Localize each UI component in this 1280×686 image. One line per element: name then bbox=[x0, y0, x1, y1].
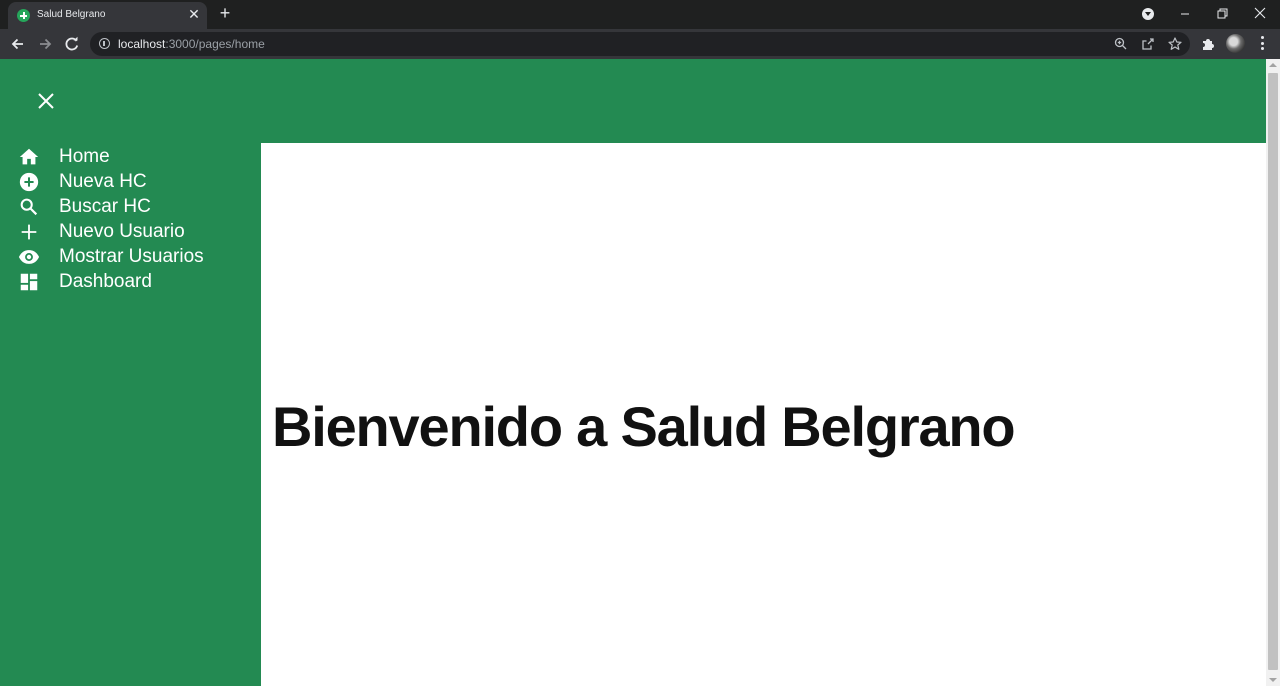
info-icon[interactable] bbox=[99, 38, 110, 49]
add-circle-icon bbox=[18, 171, 40, 193]
tab-title: Salud Belgrano bbox=[37, 9, 106, 20]
dashboard-icon bbox=[18, 271, 40, 293]
back-arrow-icon[interactable] bbox=[8, 34, 28, 54]
app-page: Home Nueva HC Buscar HC Nuevo Usuario Mo… bbox=[0, 59, 1266, 686]
sidebar-item-label: Dashboard bbox=[59, 271, 152, 292]
browser-tabstrip: Salud Belgrano ✕ + bbox=[0, 0, 1280, 29]
home-icon bbox=[18, 146, 40, 168]
sidebar-item-label: Nueva HC bbox=[59, 171, 147, 192]
reload-icon[interactable] bbox=[62, 34, 82, 54]
sidebar-item-nueva-hc[interactable]: Nueva HC bbox=[0, 169, 261, 194]
extensions-icon[interactable] bbox=[1199, 35, 1217, 53]
share-icon[interactable] bbox=[1140, 36, 1156, 52]
sidebar-item-label: Buscar HC bbox=[59, 196, 151, 217]
main-content: Bienvenido a Salud Belgrano bbox=[261, 143, 1266, 686]
sidebar-item-nuevo-usuario[interactable]: Nuevo Usuario bbox=[0, 219, 261, 244]
scrollbar-thumb[interactable] bbox=[1268, 73, 1278, 670]
address-bar[interactable]: localhost:3000/pages/home bbox=[90, 32, 1190, 56]
favicon-icon bbox=[17, 9, 30, 22]
close-icon[interactable] bbox=[36, 91, 56, 111]
zoom-icon[interactable] bbox=[1113, 36, 1129, 52]
url-text[interactable]: localhost:3000/pages/home bbox=[118, 37, 265, 51]
sidebar-item-dashboard[interactable]: Dashboard bbox=[0, 269, 261, 294]
scroll-down-arrow-icon[interactable] bbox=[1269, 678, 1277, 682]
new-tab-button[interactable]: + bbox=[216, 4, 234, 23]
sidebar-item-label: Mostrar Usuarios bbox=[59, 246, 204, 267]
star-icon[interactable] bbox=[1167, 36, 1183, 52]
scroll-up-arrow-icon[interactable] bbox=[1269, 63, 1277, 67]
sidebar-item-buscar-hc[interactable]: Buscar HC bbox=[0, 194, 261, 219]
sidebar-item-label: Home bbox=[59, 146, 110, 167]
plus-icon bbox=[18, 221, 40, 243]
sidebar-item-label: Nuevo Usuario bbox=[59, 221, 185, 242]
sidebar-menu: Home Nueva HC Buscar HC Nuevo Usuario Mo… bbox=[0, 143, 261, 294]
kebab-menu-icon[interactable] bbox=[1256, 36, 1268, 52]
close-window-icon[interactable] bbox=[1250, 4, 1270, 24]
sidebar: Home Nueva HC Buscar HC Nuevo Usuario Mo… bbox=[0, 143, 261, 686]
sidebar-item-mostrar-usuarios[interactable]: Mostrar Usuarios bbox=[0, 244, 261, 269]
app-header bbox=[0, 59, 1266, 143]
tab-close-icon[interactable]: ✕ bbox=[186, 6, 202, 22]
eye-icon bbox=[18, 246, 40, 268]
profile-avatar[interactable] bbox=[1226, 34, 1245, 53]
forward-arrow-icon[interactable] bbox=[35, 34, 55, 54]
search-icon bbox=[18, 196, 40, 218]
browser-toolbar: localhost:3000/pages/home bbox=[0, 29, 1280, 59]
url-path: :3000/pages/home bbox=[165, 37, 265, 51]
tab-search-icon[interactable] bbox=[1142, 8, 1154, 20]
restore-window-icon[interactable] bbox=[1212, 4, 1232, 24]
page-scrollbar[interactable] bbox=[1266, 59, 1280, 686]
browser-tab[interactable]: Salud Belgrano ✕ bbox=[8, 2, 207, 29]
url-host: localhost bbox=[118, 37, 166, 51]
minimize-window-icon[interactable] bbox=[1175, 4, 1195, 24]
page-title: Bienvenido a Salud Belgrano bbox=[272, 395, 1016, 458]
sidebar-item-home[interactable]: Home bbox=[0, 144, 261, 169]
